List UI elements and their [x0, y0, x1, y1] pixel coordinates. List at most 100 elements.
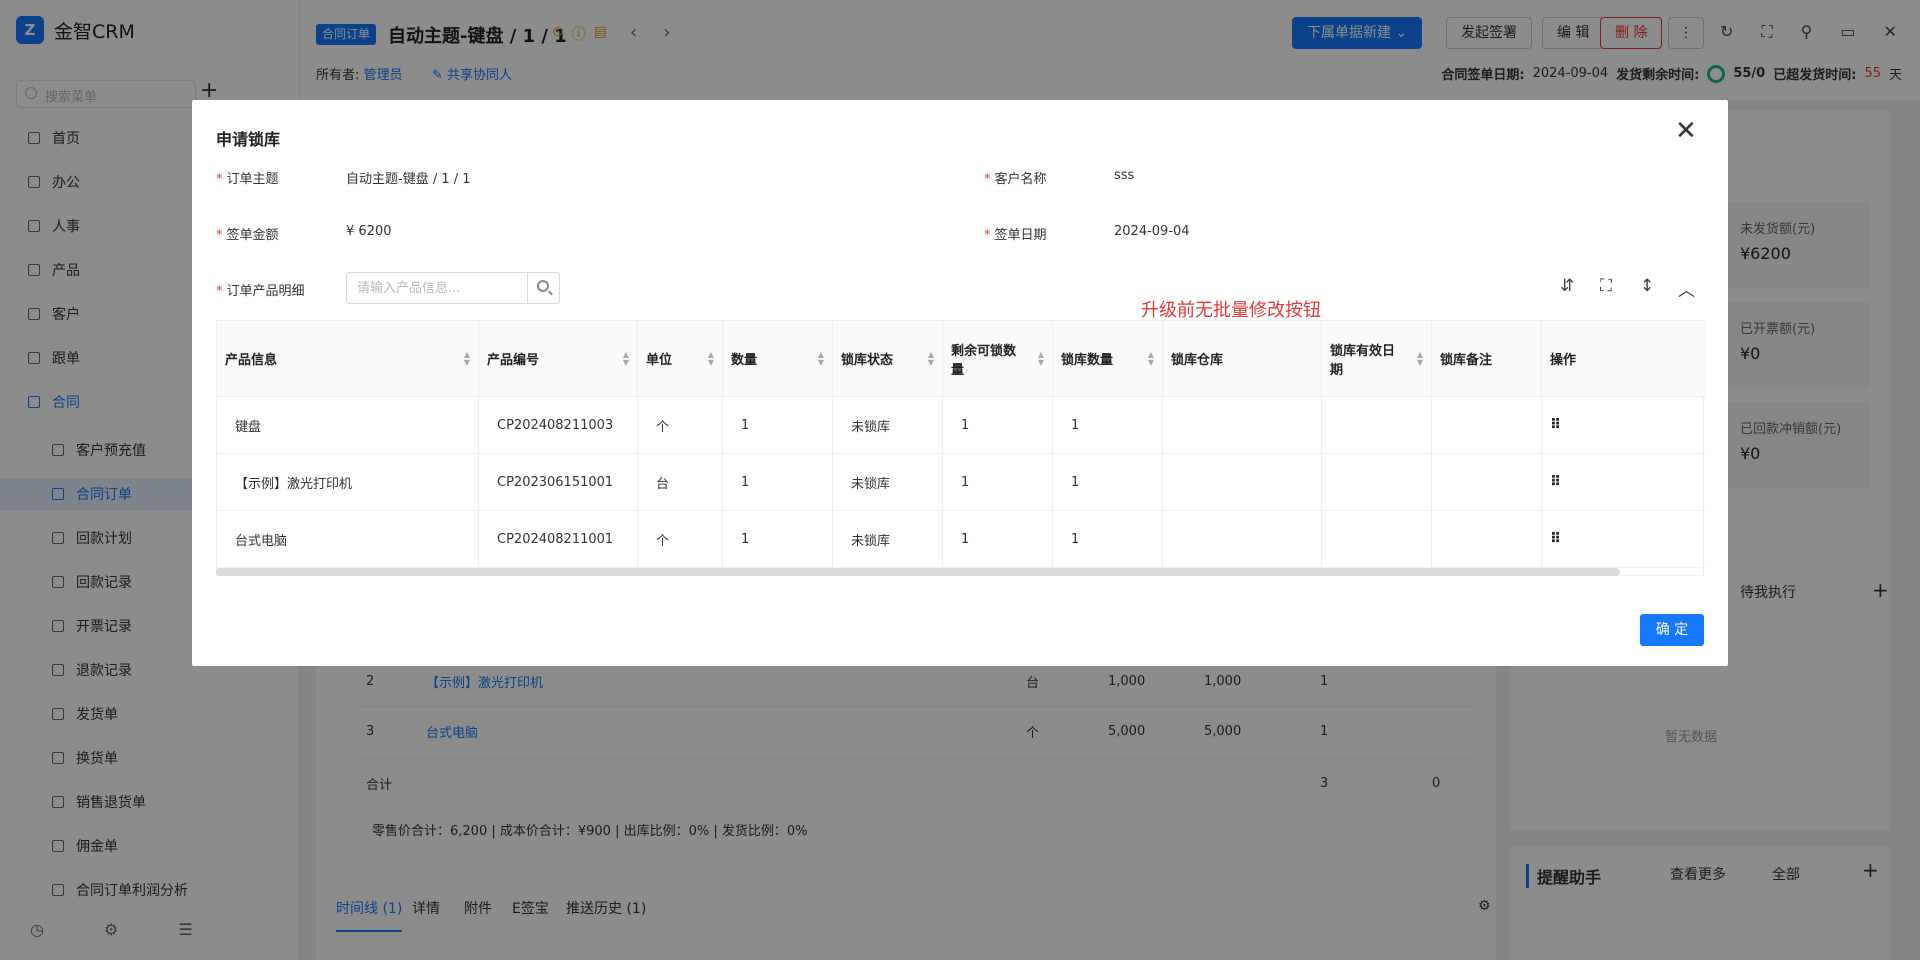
cell-unit: 个: [638, 397, 723, 454]
cell-code: CP202408211001: [479, 511, 638, 568]
search-button[interactable]: [527, 273, 559, 303]
column-header[interactable]: 剩余可锁数量 ▲ ▼: [943, 321, 1053, 397]
subject-label: * 订单主题: [216, 168, 279, 187]
header-label: 剩余可锁数量: [951, 343, 1017, 378]
cell-valid-date[interactable]: [1322, 397, 1432, 454]
label-text: 订单主题: [226, 172, 279, 187]
cell-qty: 1: [723, 397, 833, 454]
sort-icon[interactable]: ▲ ▼: [818, 351, 824, 367]
cell-lock-qty[interactable]: 1: [1053, 511, 1163, 568]
customer-label: * 客户名称: [984, 168, 1047, 187]
header-label: 锁库备注: [1440, 353, 1493, 368]
header-label: 锁库数量: [1061, 353, 1114, 368]
cell-remark[interactable]: [1432, 397, 1542, 454]
cell-remain-lockable: 1: [943, 454, 1053, 511]
header-label: 产品编号: [487, 353, 540, 368]
label-text: 订单产品明细: [226, 284, 305, 299]
label-text: 签单金额: [226, 228, 279, 243]
row-height-icon[interactable]: ⇵: [1560, 276, 1574, 296]
header-label: 锁库有效日期: [1330, 343, 1396, 378]
cell-remain-lockable: 1: [943, 511, 1053, 568]
required-mark: *: [216, 228, 223, 243]
detail-label: * 订单产品明细: [216, 280, 305, 299]
column-header[interactable]: 数量 ▲ ▼: [723, 321, 833, 397]
cell-action: ⠿: [1542, 511, 1705, 568]
label-text: 签单日期: [994, 228, 1047, 243]
drag-handle-icon[interactable]: ⠿: [1550, 474, 1561, 490]
sort-icon[interactable]: ▲ ▼: [1038, 351, 1044, 367]
header-label: 单位: [646, 353, 673, 368]
date-label: * 签单日期: [984, 224, 1047, 243]
product-search: [346, 272, 560, 304]
close-icon[interactable]: ✕: [1675, 118, 1697, 144]
header-label: 锁库仓库: [1171, 353, 1224, 368]
cell-valid-date[interactable]: [1322, 454, 1432, 511]
cell-valid-date[interactable]: [1322, 511, 1432, 568]
cell-lock-status: 未锁库: [833, 397, 943, 454]
required-mark: *: [216, 172, 223, 187]
cell-unit: 个: [638, 511, 723, 568]
cell-product: 台式电脑: [217, 511, 479, 568]
amount-label: * 签单金额: [216, 224, 279, 243]
cell-warehouse[interactable]: [1163, 454, 1322, 511]
cell-lock-qty[interactable]: 1: [1053, 454, 1163, 511]
sort-icon[interactable]: ▲ ▼: [708, 351, 714, 367]
cell-warehouse[interactable]: [1163, 397, 1322, 454]
column-header[interactable]: 锁库有效日期 ▲ ▼: [1322, 321, 1432, 397]
column-header: 操作: [1542, 321, 1705, 397]
date-value: 2024-09-04: [1114, 224, 1190, 239]
chevron-up-icon[interactable]: ︿: [1678, 276, 1695, 301]
column-header: 锁库备注: [1432, 321, 1542, 397]
drag-handle-icon[interactable]: ⠿: [1550, 531, 1561, 547]
cell-code: CP202306151001: [479, 454, 638, 511]
apply-lock-stock-dialog: 申请锁库 ✕ * 订单主题 自动主题-键盘 / 1 / 1 * 客户名称 sss *…: [192, 100, 1728, 666]
sort-icon[interactable]: ▲ ▼: [464, 351, 470, 367]
horizontal-scrollbar[interactable]: [216, 568, 1620, 576]
required-mark: *: [216, 284, 223, 299]
column-header[interactable]: 产品编号 ▲ ▼: [479, 321, 638, 397]
cell-product: 键盘: [217, 397, 479, 454]
expand-icon[interactable]: ↕: [1640, 276, 1654, 296]
header-label: 操作: [1550, 353, 1577, 368]
cell-remark[interactable]: [1432, 454, 1542, 511]
cell-action: ⠿: [1542, 397, 1705, 454]
sort-icon[interactable]: ▲ ▼: [623, 351, 629, 367]
amount-value: ¥ 6200: [346, 224, 392, 239]
cell-qty: 1: [723, 454, 833, 511]
label-text: 客户名称: [994, 172, 1047, 187]
fullscreen-icon[interactable]: ⛶: [1600, 276, 1612, 296]
column-header[interactable]: 产品信息 ▲ ▼: [217, 321, 479, 397]
sort-icon[interactable]: ▲ ▼: [928, 351, 934, 367]
cell-lock-status: 未锁库: [833, 454, 943, 511]
subject-value: 自动主题-键盘 / 1 / 1: [346, 172, 471, 187]
required-mark: *: [984, 228, 991, 243]
cell-lock-status: 未锁库: [833, 511, 943, 568]
sort-icon[interactable]: ▲ ▼: [1417, 351, 1423, 367]
column-header: 锁库仓库: [1163, 321, 1322, 397]
product-search-input[interactable]: [347, 273, 527, 303]
cell-remain-lockable: 1: [943, 397, 1053, 454]
sort-icon[interactable]: ▲ ▼: [1148, 351, 1154, 367]
header-label: 锁库状态: [841, 353, 894, 368]
header-label: 产品信息: [225, 353, 278, 368]
cell-qty: 1: [723, 511, 833, 568]
dialog-title: 申请锁库: [216, 130, 281, 149]
cell-remark[interactable]: [1432, 511, 1542, 568]
column-header[interactable]: 锁库状态 ▲ ▼: [833, 321, 943, 397]
confirm-button[interactable]: 确 定: [1640, 614, 1704, 646]
cell-warehouse[interactable]: [1163, 511, 1322, 568]
cell-code: CP202408211003: [479, 397, 638, 454]
cell-product: 【示例】激光打印机: [217, 454, 479, 511]
header-label: 数量: [731, 353, 758, 368]
drag-handle-icon[interactable]: ⠿: [1550, 417, 1561, 433]
cell-lock-qty[interactable]: 1: [1053, 397, 1163, 454]
lock-product-table: 产品信息 ▲ ▼ 产品编号 ▲ ▼ 单位 ▲ ▼ 数量 ▲ ▼ 锁库状态 ▲ ▼ 剩余可锁数量 ▲ ▼ …: [216, 320, 1705, 576]
search-icon: [537, 280, 549, 292]
required-mark: *: [984, 172, 991, 187]
column-header[interactable]: 单位 ▲ ▼: [638, 321, 723, 397]
annotation-note: 升级前无批量修改按钮: [1141, 300, 1321, 321]
column-header[interactable]: 锁库数量 ▲ ▼: [1053, 321, 1163, 397]
customer-value: sss: [1114, 168, 1135, 183]
cell-unit: 台: [638, 454, 723, 511]
cell-action: ⠿: [1542, 454, 1705, 511]
